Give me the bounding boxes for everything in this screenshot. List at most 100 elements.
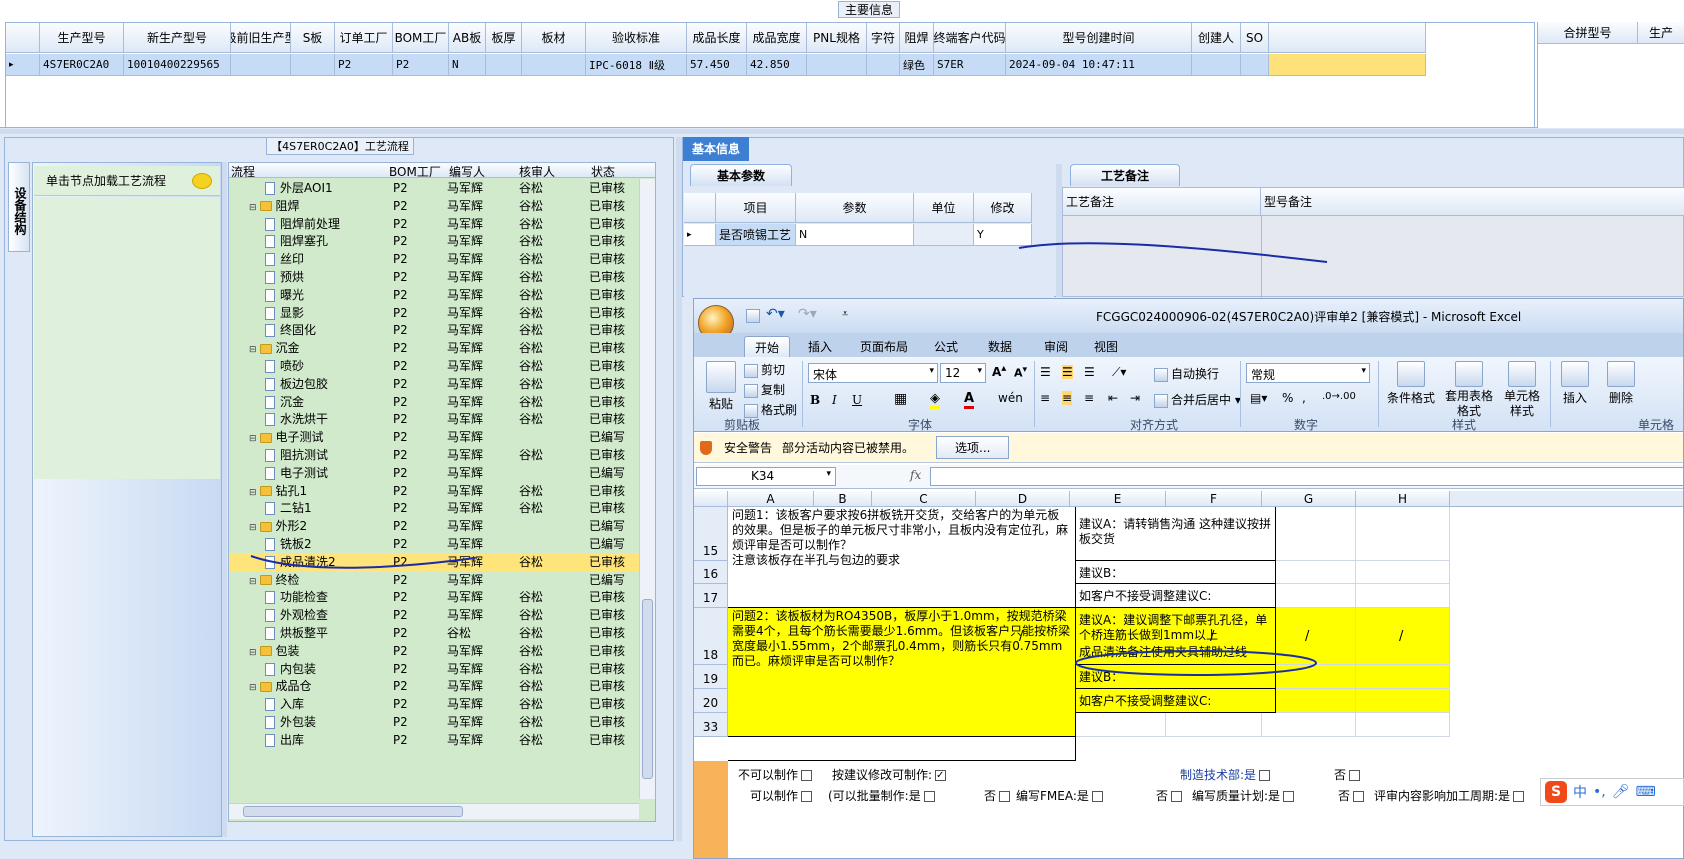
percent-icon[interactable]: % <box>1282 391 1293 405</box>
ime-toolbar[interactable]: S 中 •, 🎤︎ ⌨ <box>1540 778 1684 806</box>
redo-icon[interactable]: ↷▾ <box>798 306 817 322</box>
tree-folder[interactable]: ⊟ 阻焊 P2 马军辉 谷松 已审核 <box>229 197 639 216</box>
main-cell-17[interactable] <box>1192 54 1241 76</box>
checkbox[interactable] <box>801 791 813 802</box>
load-flow-hint[interactable]: 单击节点加载工艺流程 <box>34 166 220 196</box>
col-merged-model[interactable]: 合拼型号 <box>1538 22 1638 44</box>
main-cell-7[interactable] <box>486 54 522 76</box>
border-icon[interactable]: ▦ <box>894 391 907 407</box>
delete-cells-button[interactable]: 删除 <box>1600 361 1642 406</box>
main-cell-1[interactable]: 10010400229565 <box>124 54 231 76</box>
tree-node[interactable]: 阻焊塞孔 P2 马军辉 谷松 已审核 <box>229 232 639 251</box>
tree-node[interactable]: 阻抗测试 P2 马军辉 谷松 已审核 <box>229 446 639 465</box>
tree-folder[interactable]: ⊟ 成品仓 P2 马军辉 谷松 已审核 <box>229 677 639 696</box>
checkbox[interactable] <box>1171 791 1183 802</box>
column-header-C[interactable]: C <box>872 491 976 507</box>
col-17[interactable]: 创建人 <box>1192 23 1241 53</box>
grow-font-icon[interactable]: A▴ <box>992 363 1006 379</box>
tree-folder[interactable]: ⊟ 外形2 P2 马军辉 已编写 <box>229 517 639 536</box>
suggestion-cell[interactable]: 建议A：请转销售沟通 这种建议按拼板交货 <box>1076 507 1276 561</box>
col-modify[interactable]: 修改 <box>974 193 1032 223</box>
col-8[interactable]: 板材 <box>522 23 586 53</box>
main-info-row[interactable]: ▸ 4S7ER0C2A0 10010400229565 P2 P2 N IPC-6018 Ⅱ… <box>6 54 1426 76</box>
column-header-H[interactable]: H <box>1356 491 1450 507</box>
paste-button[interactable]: 粘贴 <box>704 361 738 412</box>
tree-node[interactable]: 二钻1 P2 马军辉 谷松 已审核 <box>229 499 639 518</box>
column-header-B[interactable]: B <box>814 491 872 507</box>
name-box[interactable]: K34 ▾ <box>696 467 836 486</box>
sheet-cell[interactable] <box>1356 689 1450 713</box>
tree-node[interactable]: 丝印 P2 马军辉 谷松 已审核 <box>229 250 639 269</box>
shrink-font-icon[interactable]: A▾ <box>1014 364 1027 380</box>
tree-node[interactable]: 外层AOI1 P2 马军辉 谷松 已审核 <box>229 179 639 198</box>
ime-mode[interactable]: 中 <box>1573 782 1587 802</box>
tree-folder[interactable]: ⊟ 沉金 P2 马军辉 谷松 已审核 <box>229 339 639 358</box>
col-process-remark[interactable]: 工艺备注 <box>1063 188 1261 216</box>
col-reviewer[interactable]: 核审人 <box>519 163 555 180</box>
col-16[interactable]: 型号创建时间 <box>1006 23 1192 53</box>
sheet-cell[interactable] <box>1262 713 1356 737</box>
splitter-top[interactable] <box>0 129 1684 134</box>
main-cell-filler[interactable] <box>1269 54 1426 76</box>
col-2[interactable]: 升级前旧生产型号 <box>231 23 291 53</box>
question-2-cell[interactable]: 问题2：该板板材为RO4350B，板厚小于1.0mm，按规范桥梁需要4个，且每个… <box>728 608 1076 737</box>
fx-icon[interactable]: fx <box>910 468 921 482</box>
sheet-cell[interactable] <box>1262 561 1356 584</box>
sheet-cell[interactable] <box>1356 507 1450 561</box>
col-production[interactable]: 生产 <box>1638 22 1684 44</box>
sheet-cell[interactable] <box>1356 561 1450 584</box>
align-right-icon[interactable]: ≡ <box>1084 391 1094 405</box>
row-header[interactable]: 20 <box>694 689 728 713</box>
main-cell-14[interactable]: 绿色 <box>900 54 934 76</box>
main-cell-16[interactable]: 2024-09-04 10:47:11 <box>1006 54 1192 76</box>
tree-node[interactable]: 外包装 P2 马军辉 谷松 已审核 <box>229 713 639 732</box>
tree-node[interactable]: 阻焊前处理 P2 马军辉 谷松 已审核 <box>229 215 639 234</box>
indent-icon[interactable]: ⇥ <box>1130 391 1140 405</box>
col-param[interactable]: 参数 <box>796 193 914 223</box>
col-14[interactable]: 阻焊 <box>900 23 934 53</box>
col-6[interactable]: AB板 <box>449 23 486 53</box>
col-15[interactable]: 终端客户代码 <box>934 23 1006 53</box>
row-header[interactable]: 16 <box>694 561 728 584</box>
align-center-icon[interactable]: ≡ <box>1062 391 1073 405</box>
wrap-text-button[interactable]: 自动换行 <box>1154 365 1219 382</box>
select-all-corner[interactable] <box>694 491 728 507</box>
main-cell-12[interactable] <box>807 54 867 76</box>
col-12[interactable]: PNL规格 <box>807 23 867 53</box>
row-header[interactable]: 17 <box>694 584 728 608</box>
align-middle-icon[interactable]: ☰ <box>1062 365 1073 379</box>
table-format-button[interactable]: 套用表格格式 <box>1442 361 1496 419</box>
col-writer[interactable]: 编写人 <box>449 163 485 180</box>
sheet-cell[interactable] <box>1262 584 1356 608</box>
tree-folder[interactable]: ⊟ 钻孔1 P2 马军辉 谷松 已审核 <box>229 482 639 501</box>
sheet-cell[interactable] <box>1356 665 1450 689</box>
tree-node[interactable]: 内包装 P2 马军辉 谷松 已审核 <box>229 660 639 679</box>
formula-input[interactable] <box>930 467 1683 486</box>
flow-tree-hscroll[interactable] <box>229 803 639 819</box>
col-model-remark[interactable]: 型号备注 <box>1261 188 1684 216</box>
col-5[interactable]: BOM工厂 <box>393 23 449 53</box>
main-cell-0[interactable]: 4S7ER0C2A0 <box>40 54 124 76</box>
col-unit[interactable]: 单位 <box>914 193 974 223</box>
italic-icon[interactable]: I <box>832 393 837 407</box>
font-color-icon[interactable]: A <box>964 391 975 409</box>
checkbox[interactable] <box>923 791 935 802</box>
ribbon-tab-6[interactable]: 视图 <box>1084 336 1128 357</box>
align-left-icon[interactable]: ≡ <box>1040 391 1050 405</box>
tree-node[interactable]: 入库 P2 马军辉 谷松 已审核 <box>229 695 639 714</box>
basic-params-row[interactable]: ▸ 是否喷锡工艺 N Y <box>684 224 1032 246</box>
tree-node[interactable]: 烘板整平 P2 谷松 谷松 已审核 <box>229 624 639 643</box>
hscroll-thumb[interactable] <box>243 806 463 817</box>
param-unit[interactable] <box>914 224 974 246</box>
punctuation-icon[interactable]: •, <box>1593 784 1606 800</box>
col-item[interactable]: 项目 <box>716 193 796 223</box>
tree-folder[interactable]: ⊟ 电子测试 P2 马军辉 已编写 <box>229 428 639 447</box>
column-header-A[interactable]: A <box>728 491 814 507</box>
sheet-cell[interactable] <box>1356 713 1450 737</box>
tree-node[interactable]: 曝光 P2 马军辉 谷松 已审核 <box>229 286 639 305</box>
sheet-cell[interactable] <box>1262 689 1356 713</box>
ribbon-tab-1[interactable]: 插入 <box>798 336 842 357</box>
orientation-icon[interactable]: ⟋▾ <box>1112 365 1126 380</box>
number-format-select[interactable]: 常规 ▾ <box>1246 363 1370 383</box>
checkbox[interactable] <box>1353 791 1365 802</box>
